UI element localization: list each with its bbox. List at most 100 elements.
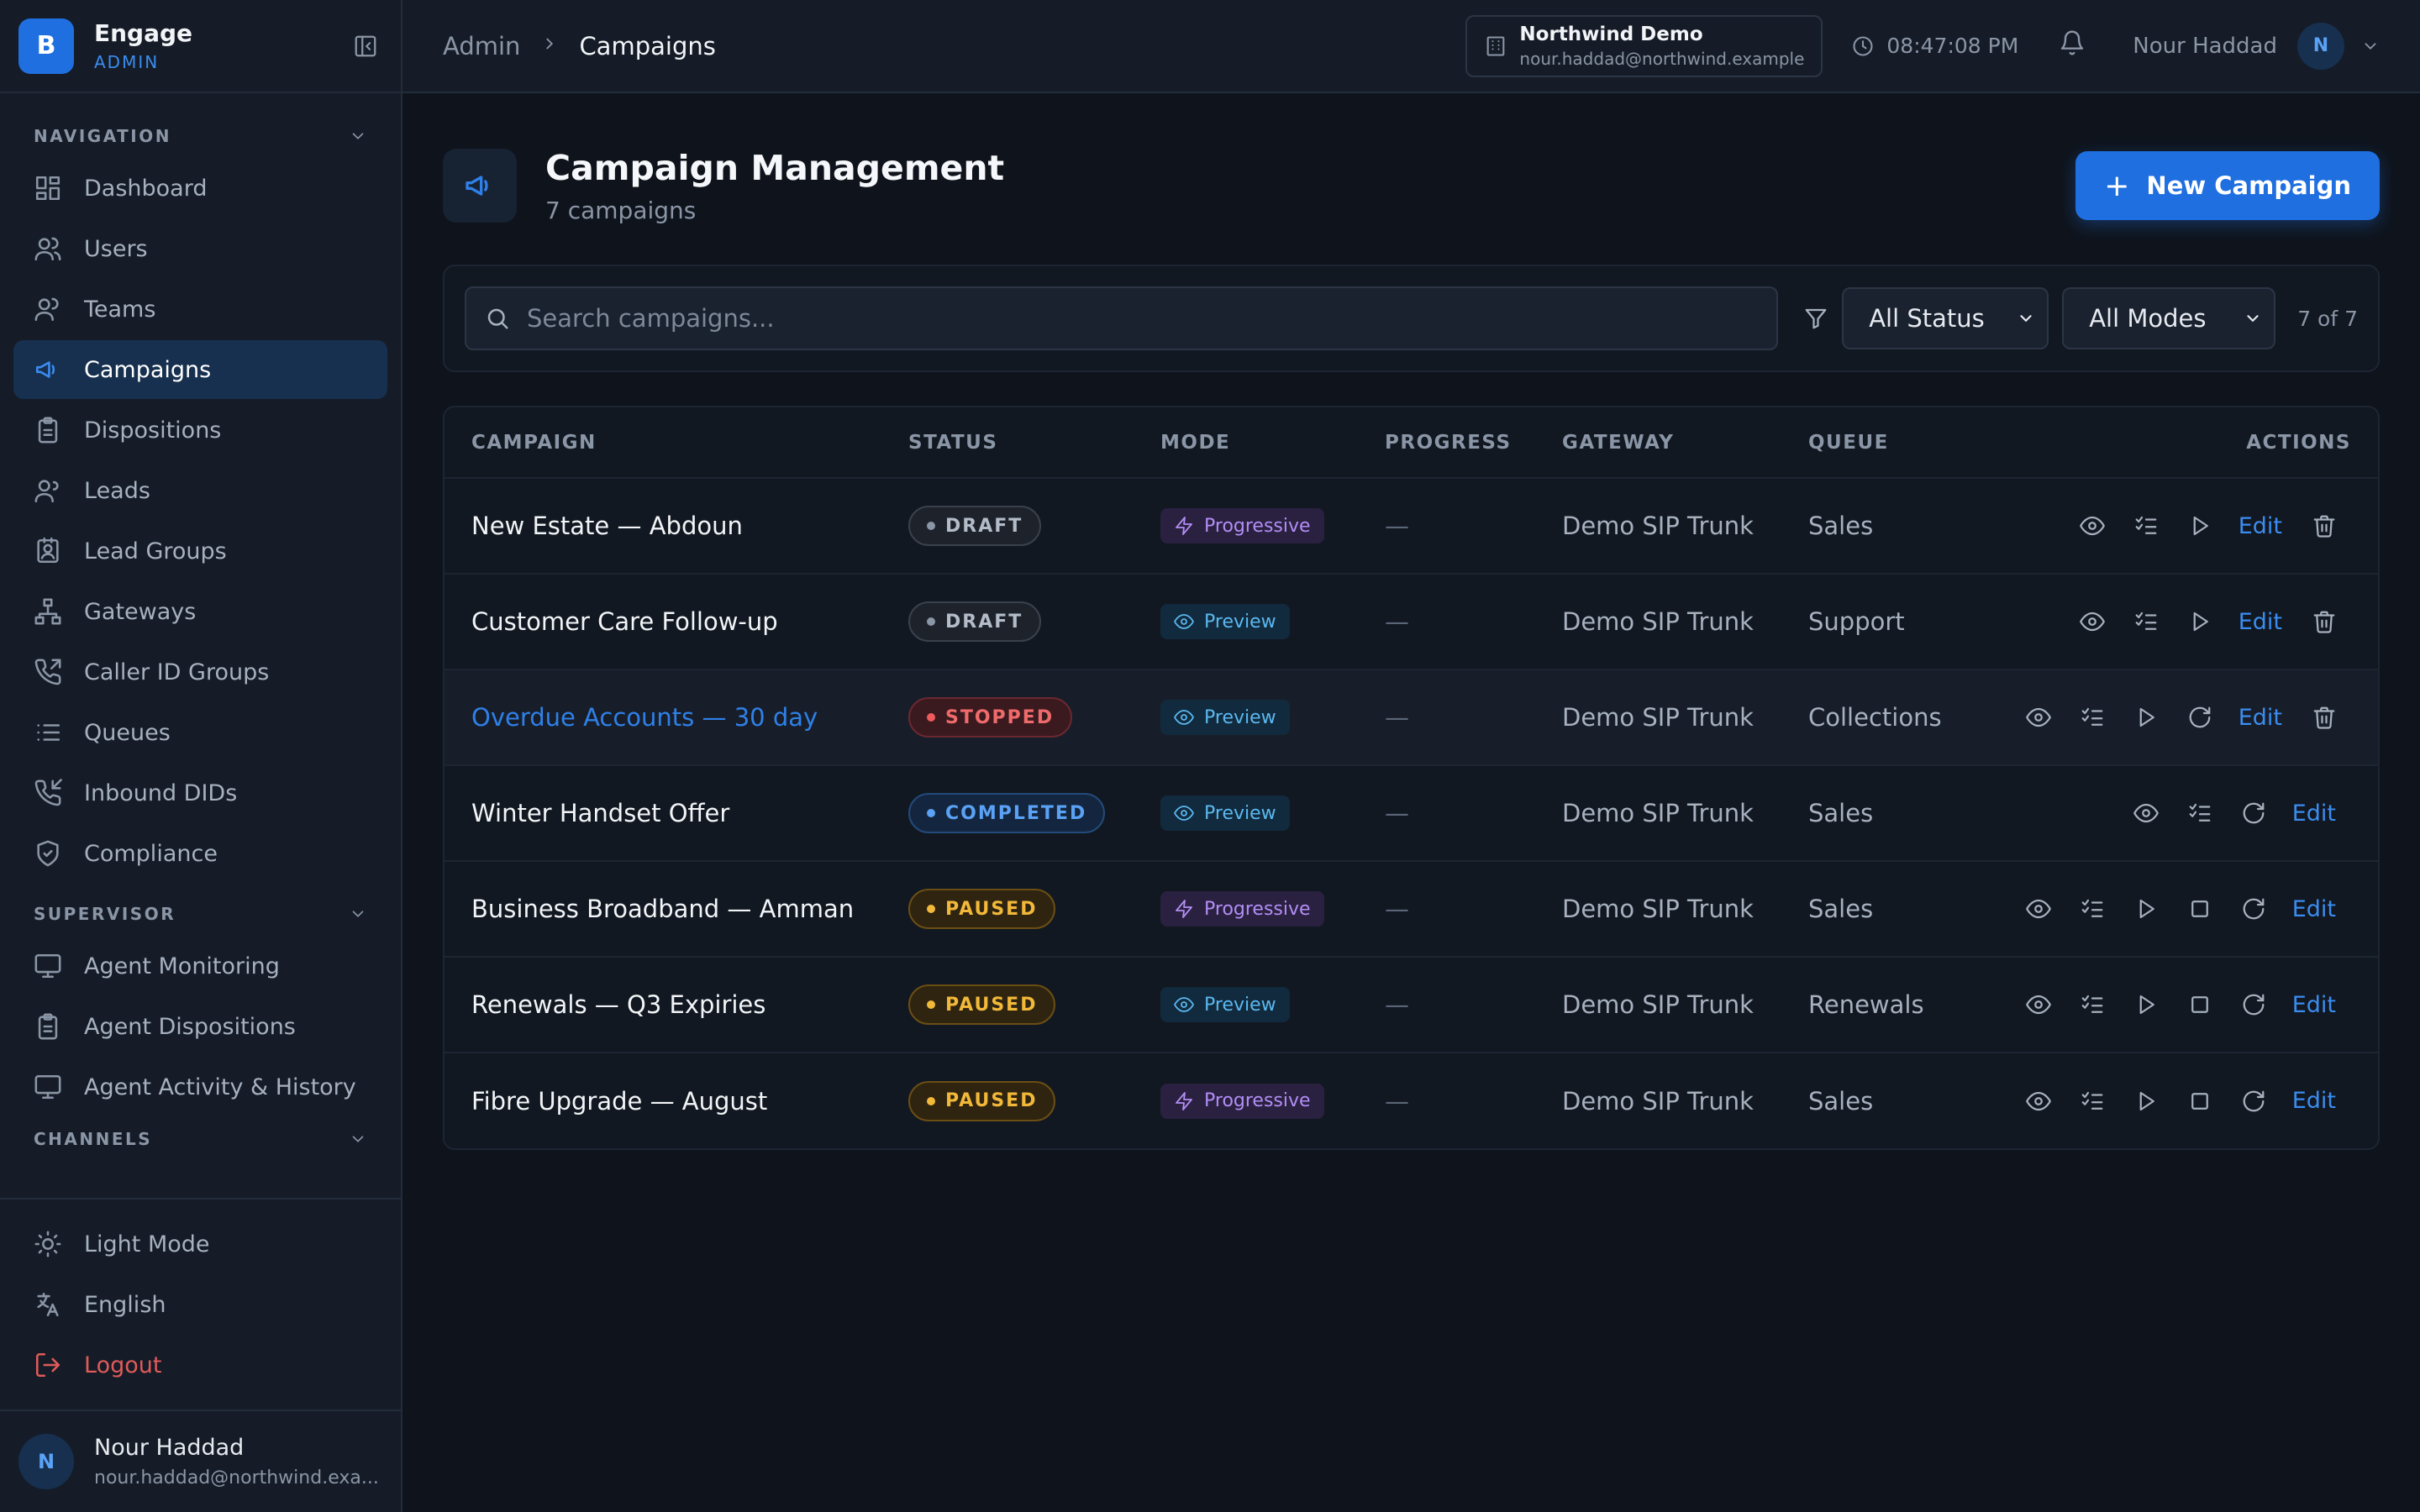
campaign-name[interactable]: Overdue Accounts — 30 day (445, 669, 881, 766)
sidebar-item-compliance[interactable]: Compliance (13, 824, 387, 883)
campaign-name[interactable]: Customer Care Follow-up (445, 574, 881, 670)
table-row[interactable]: Business Broadband — Amman PAUSED Progre… (445, 861, 2378, 958)
checklist-icon (2081, 707, 2103, 726)
table-row[interactable]: Winter Handset Offer COMPLETED Preview —… (445, 765, 2378, 862)
sidebar-item-queues[interactable]: Queues (13, 703, 387, 762)
sidebar-item-lead-groups[interactable]: Lead Groups (13, 522, 387, 580)
column-header-mode[interactable]: MODE (1134, 407, 1358, 479)
leads-button[interactable] (2119, 505, 2173, 547)
start-button[interactable] (2173, 601, 2227, 643)
light-mode-toggle[interactable]: Light Mode (13, 1215, 387, 1273)
column-header-queue[interactable]: QUEUE (1781, 407, 1949, 479)
notifications-button[interactable] (2059, 29, 2086, 62)
mode-filter-select[interactable]: All Modes (2062, 287, 2276, 349)
campaign-name[interactable]: New Estate — Abdoun (445, 478, 881, 575)
start-button[interactable] (2119, 888, 2173, 930)
column-header-progress[interactable]: PROGRESS (1358, 407, 1535, 479)
campaign-name[interactable]: Fibre Upgrade — August (445, 1053, 881, 1148)
user-menu[interactable]: Nour Haddad N (2133, 22, 2380, 70)
start-button[interactable] (2119, 1080, 2173, 1122)
sidebar-item-leads[interactable]: Leads (13, 461, 387, 520)
sidebar-user-card[interactable]: N Nour Haddad nour.haddad@northwind.exa.… (0, 1410, 401, 1512)
view-button[interactable] (2065, 601, 2119, 643)
logout-button[interactable]: Logout (13, 1336, 387, 1394)
sidebar-item-campaigns[interactable]: Campaigns (13, 340, 387, 399)
sidebar-item-dispositions[interactable]: Dispositions (13, 401, 387, 459)
search-input[interactable]: Search campaigns... (465, 286, 1779, 350)
table-row[interactable]: New Estate — Abdoun DRAFT Progressive — … (445, 478, 2378, 575)
collapse-sidebar-button[interactable] (349, 29, 382, 63)
start-button[interactable] (2173, 505, 2227, 547)
view-button[interactable] (2012, 1080, 2065, 1122)
reset-button[interactable] (2227, 888, 2281, 930)
table-row[interactable]: Customer Care Follow-up DRAFT Preview — … (445, 574, 2378, 670)
column-header-gateway[interactable]: GATEWAY (1535, 407, 1781, 479)
sidebar-item-users[interactable]: Users (13, 219, 387, 278)
start-button[interactable] (2119, 696, 2173, 738)
column-header-status[interactable]: STATUS (881, 407, 1134, 479)
reset-button[interactable] (2227, 792, 2281, 834)
app-logo[interactable]: B (18, 18, 74, 74)
edit-button[interactable]: Edit (2292, 896, 2336, 922)
sidebar-item-label: Inbound DIDs (84, 780, 238, 806)
delete-button[interactable] (2297, 601, 2351, 643)
delete-button[interactable] (2297, 696, 2351, 738)
reset-button[interactable] (2227, 984, 2281, 1026)
view-button[interactable] (2012, 984, 2065, 1026)
reset-button[interactable] (2227, 1080, 2281, 1122)
sidebar-item-agent-activity-and-history[interactable]: Agent Activity & History (13, 1058, 387, 1116)
section-title: SUPERVISOR (34, 904, 176, 924)
language-label: English (84, 1291, 166, 1318)
view-button[interactable] (2012, 888, 2065, 930)
stop-button[interactable] (2173, 1080, 2227, 1122)
language-switcher[interactable]: English (13, 1275, 387, 1334)
section-header-supervisor[interactable]: SUPERVISOR (0, 893, 401, 935)
eye-icon (2025, 899, 2051, 919)
view-button[interactable] (2065, 505, 2119, 547)
new-campaign-button[interactable]: + New Campaign (2075, 151, 2380, 220)
sidebar-item-gateways[interactable]: Gateways (13, 582, 387, 641)
leads-button[interactable] (2173, 792, 2227, 834)
sidebar-item-dashboard[interactable]: Dashboard (13, 159, 387, 218)
edit-button[interactable]: Edit (2292, 992, 2336, 1018)
sidebar-item-inbound-dids[interactable]: Inbound DIDs (13, 764, 387, 822)
reset-button[interactable] (2173, 696, 2227, 738)
page-title: Campaign Management (545, 147, 1005, 188)
leads-button[interactable] (2065, 984, 2119, 1026)
table-row[interactable]: Overdue Accounts — 30 day STOPPED Previe… (445, 669, 2378, 766)
start-button[interactable] (2119, 984, 2173, 1026)
stop-button[interactable] (2173, 984, 2227, 1026)
campaign-name[interactable]: Winter Handset Offer (445, 765, 881, 862)
stop-button[interactable] (2173, 888, 2227, 930)
row-actions: Edit (1949, 505, 2378, 547)
status-filter-select[interactable]: All Status (1842, 287, 2049, 349)
leads-button[interactable] (2065, 888, 2119, 930)
edit-button[interactable]: Edit (2238, 513, 2282, 539)
view-button[interactable] (2012, 696, 2065, 738)
table-row[interactable]: Fibre Upgrade — August PAUSED Progressiv… (445, 1053, 2378, 1148)
column-header-campaign[interactable]: CAMPAIGN (445, 407, 881, 479)
section-header-channels[interactable]: CHANNELS (0, 1118, 401, 1160)
edit-button[interactable]: Edit (2238, 705, 2282, 731)
campaign-name[interactable]: Business Broadband — Amman (445, 861, 881, 958)
breadcrumb-admin[interactable]: Admin (443, 32, 520, 60)
plus-icon: + (2104, 168, 2130, 203)
section-header-navigation[interactable]: NAVIGATION (0, 115, 401, 157)
sidebar-item-agent-dispositions[interactable]: Agent Dispositions (13, 997, 387, 1056)
leads-button[interactable] (2065, 1080, 2119, 1122)
queue-cell: Renewals (1781, 957, 1949, 1053)
delete-button[interactable] (2297, 505, 2351, 547)
tenant-switcher[interactable]: Northwind Demo nour.haddad@northwind.exa… (1465, 14, 1823, 77)
table-row[interactable]: Renewals — Q3 Expiries PAUSED Preview — … (445, 957, 2378, 1053)
leads-button[interactable] (2119, 601, 2173, 643)
campaign-name[interactable]: Renewals — Q3 Expiries (445, 957, 881, 1053)
sidebar-item-teams[interactable]: Teams (13, 280, 387, 339)
sidebar-item-agent-monitoring[interactable]: Agent Monitoring (13, 937, 387, 995)
edit-button[interactable]: Edit (2238, 609, 2282, 635)
edit-button[interactable]: Edit (2292, 801, 2336, 827)
view-button[interactable] (2119, 792, 2173, 834)
leads-button[interactable] (2065, 696, 2119, 738)
edit-button[interactable]: Edit (2292, 1088, 2336, 1114)
sidebar-item-caller-id-groups[interactable]: Caller ID Groups (13, 643, 387, 701)
sidebar-user-email: nour.haddad@northwind.exa... (94, 1467, 379, 1488)
